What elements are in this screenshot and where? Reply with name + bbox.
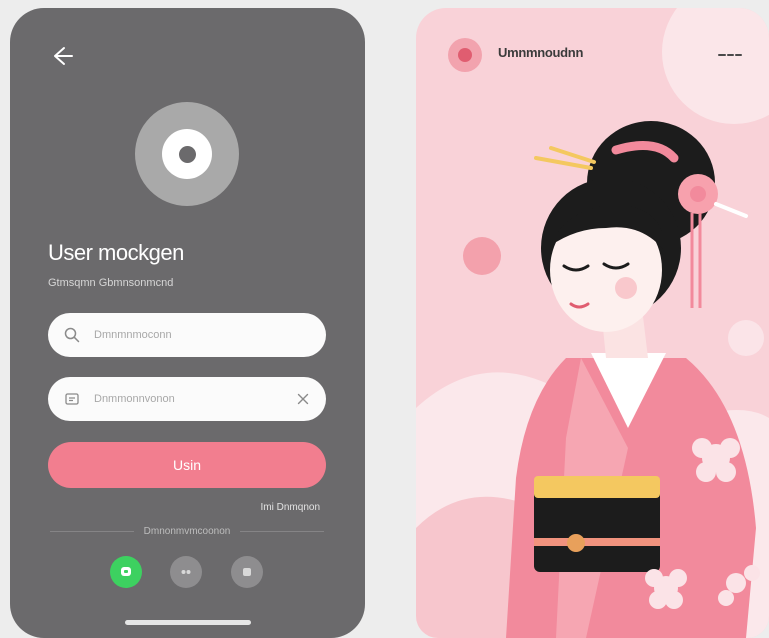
search-input[interactable] [92, 328, 310, 342]
search-icon [64, 327, 80, 343]
avatar-ring [162, 129, 212, 179]
profile-title: Umnmnoudnn [498, 45, 584, 60]
avatar[interactable] [135, 102, 239, 206]
divider: Dmnonmvmcoonon [50, 524, 324, 538]
geisha-illustration [416, 8, 769, 638]
profile-avatar[interactable] [448, 38, 482, 72]
hair-sticks [534, 146, 596, 170]
avatar-dot [178, 145, 196, 163]
password-input[interactable] [92, 392, 296, 406]
page-subtitle: Gtmsqmn Gbmnsonmcnd [48, 277, 174, 289]
square-icon [243, 568, 251, 576]
social-button-chat[interactable] [110, 556, 142, 588]
hair-flower-center [690, 186, 706, 202]
profile-screen: Umnmnoudnn [416, 8, 769, 638]
bg-circle-large [662, 8, 769, 124]
divider-label: Dmnonmvmcoonon [143, 525, 231, 537]
obi-knot [567, 534, 585, 552]
bg-dot-pink [463, 237, 501, 275]
divider-line-right [240, 530, 324, 532]
arrow-left-icon[interactable] [46, 42, 76, 72]
cheek [615, 277, 637, 299]
hair-pin [714, 202, 748, 218]
login-screen: User mockgen Gtmsqmn Gbmnsonmcnd Usin Im… [10, 8, 365, 638]
search-field[interactable] [48, 313, 326, 357]
login-button[interactable]: Usin [48, 442, 326, 488]
close-icon[interactable] [296, 392, 310, 406]
hair-tassels [690, 213, 702, 308]
page-title: User mockgen [48, 240, 184, 265]
message-icon [65, 393, 79, 405]
home-indicator[interactable] [125, 620, 251, 625]
password-field[interactable] [48, 377, 326, 421]
chat-icon [121, 567, 131, 576]
obi-cord [534, 538, 660, 546]
dots-icon [181, 570, 191, 574]
profile-avatar-dot [458, 48, 472, 62]
obi-top-band [534, 476, 660, 498]
forgot-link[interactable]: Imi Dnmqnon [261, 502, 320, 513]
social-button-more[interactable] [170, 556, 202, 588]
more-icon[interactable] [717, 46, 743, 64]
divider-line-left [50, 530, 134, 532]
bg-circle-small [728, 320, 764, 356]
social-button-square[interactable] [231, 556, 263, 588]
